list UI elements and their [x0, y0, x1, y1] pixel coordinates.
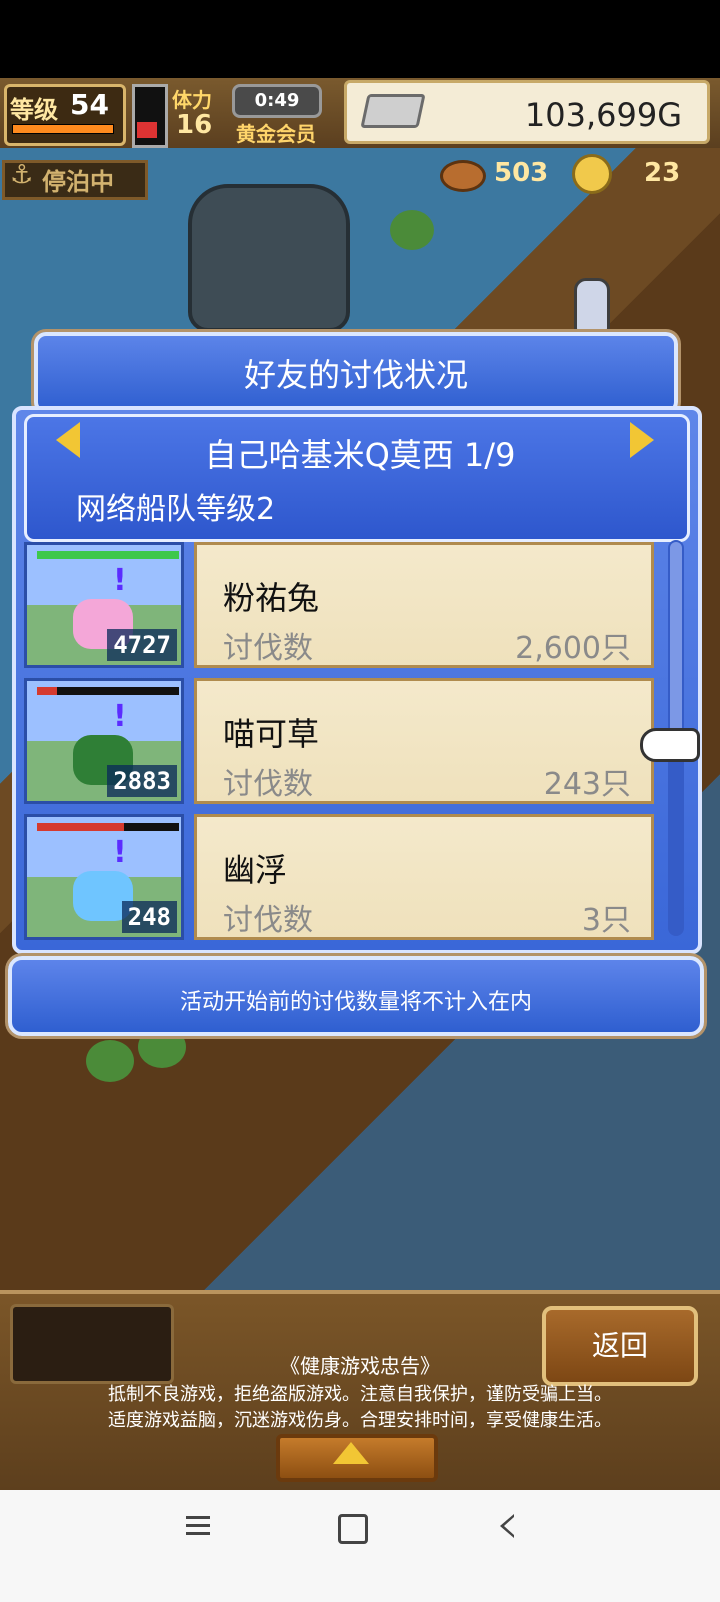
notice-text: 活动开始前的讨伐数量将不计入在内 [179, 990, 532, 1015]
system-navbar [0, 1490, 720, 1602]
monster-count: 2883 [107, 765, 177, 797]
home-icon[interactable] [338, 1514, 368, 1544]
coin-value: 23 [644, 158, 681, 188]
monster-name: 粉祐兔 [223, 579, 320, 617]
bush-monster [86, 1040, 134, 1082]
right-arrow-icon[interactable] [630, 422, 654, 458]
list-item[interactable]: ! 2883 喵可草 讨伐数 243只 [24, 678, 658, 806]
monster-thumbnail: ! 248 [24, 814, 184, 940]
stamina-fill [137, 122, 157, 138]
list-item[interactable]: ! 4727 粉祐兔 讨伐数 2,600只 [24, 542, 658, 670]
npc-character [574, 278, 610, 340]
menu-icon[interactable] [186, 1514, 210, 1538]
timer: 0:49 [232, 84, 322, 118]
stamina-gauge [132, 84, 168, 148]
left-arrow-icon[interactable] [56, 422, 80, 458]
stamina-value: 16 [176, 110, 213, 140]
hp-bar-fill [37, 687, 57, 695]
monster-info[interactable]: 粉祐兔 讨伐数 2,600只 [194, 542, 654, 668]
panel-title: 好友的讨伐状况 [243, 356, 468, 394]
stamina-label: 体力 [172, 88, 212, 112]
kill-label: 讨伐数 [223, 903, 313, 938]
meat-icon [440, 160, 486, 192]
status-bar [0, 0, 720, 78]
hand-pointer-icon [640, 728, 700, 762]
silver-bar-icon [360, 94, 426, 128]
hp-bar-fill [37, 823, 124, 831]
monster-count: 4727 [107, 629, 177, 661]
kill-label: 讨伐数 [223, 631, 313, 666]
kill-label: 讨伐数 [223, 767, 313, 802]
money-value: 103,699G [524, 96, 682, 134]
monster-thumbnail: ! 2883 [24, 678, 184, 804]
monster-info[interactable]: 喵可草 讨伐数 243只 [194, 678, 654, 804]
food-value: 503 [494, 158, 549, 188]
monster-name: 幽浮 [223, 851, 288, 889]
friend-level: 网络船队等级2 [76, 492, 276, 527]
friend-name: 自己哈基米Q莫西 1/9 [204, 436, 516, 474]
kill-value: 2,600只 [515, 631, 631, 666]
monster-name: 喵可草 [223, 715, 320, 753]
monster-count: 248 [121, 901, 177, 933]
hp-bar-bg [37, 687, 179, 695]
monster-thumbnail: ! 4727 [24, 542, 184, 668]
monster-info[interactable]: 幽浮 讨伐数 3只 [194, 814, 654, 940]
level-value: 54 [70, 88, 109, 121]
health-warning-line: 适度游戏益脑，沉迷游戏伤身。合理安排时间，享受健康生活。 [108, 1410, 612, 1431]
kill-value: 3只 [581, 903, 631, 938]
member-label: 黄金会员 [236, 122, 316, 146]
exclamation-icon: ! [113, 835, 127, 870]
coin-icon [572, 154, 612, 194]
docking-status-label: 停泊中 [42, 168, 114, 196]
back-icon-inner [504, 1517, 514, 1535]
exclamation-icon: ! [113, 563, 127, 598]
exclamation-icon: ! [113, 699, 127, 734]
list-item[interactable]: ! 248 幽浮 讨伐数 3只 [24, 814, 658, 942]
health-warning-title: 《健康游戏忠告》 [280, 1354, 440, 1378]
up-triangle-icon [333, 1442, 369, 1464]
level-progress-bar [12, 124, 114, 134]
kill-value: 243只 [543, 767, 631, 802]
robot-character [188, 184, 350, 332]
level-label: 等级 [10, 96, 58, 124]
bush-monster [390, 210, 434, 250]
hp-bar-fill [37, 551, 179, 559]
health-warning-line: 抵制不良游戏，拒绝盗版游戏。注意自我保护，谨防受骗上当。 [108, 1384, 612, 1405]
anchor-icon: ⚓ [10, 160, 34, 190]
